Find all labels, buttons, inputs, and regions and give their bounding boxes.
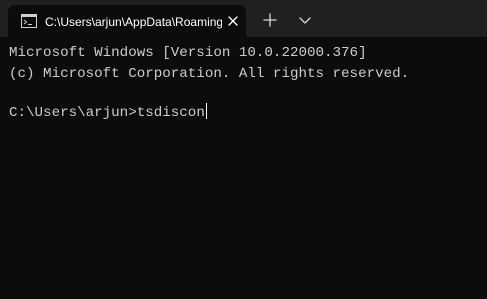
terminal-window: C:\Users\arjun\AppData\Roaming\Microsoft… (0, 0, 487, 299)
close-icon[interactable] (225, 13, 241, 29)
tab-title: C:\Users\arjun\AppData\Roaming\Microsoft… (45, 15, 222, 29)
copyright-line: (c) Microsoft Corporation. All rights re… (9, 66, 410, 82)
command-line[interactable]: C:\Users\arjun>tsdiscon (9, 103, 207, 121)
new-tab-button[interactable] (259, 9, 281, 31)
title-bar[interactable]: C:\Users\arjun\AppData\Roaming\Microsoft… (0, 0, 487, 37)
version-line: Microsoft Windows [Version 10.0.22000.37… (9, 45, 367, 61)
chevron-down-icon[interactable] (295, 11, 315, 29)
command-input[interactable]: tsdiscon (137, 105, 205, 121)
tab-command-prompt[interactable]: C:\Users\arjun\AppData\Roaming\Microsoft… (8, 5, 246, 37)
text-cursor (205, 103, 207, 119)
prompt-text: C:\Users\arjun> (9, 105, 137, 121)
terminal-icon (21, 14, 37, 28)
terminal-output[interactable]: Microsoft Windows [Version 10.0.22000.37… (0, 37, 487, 299)
